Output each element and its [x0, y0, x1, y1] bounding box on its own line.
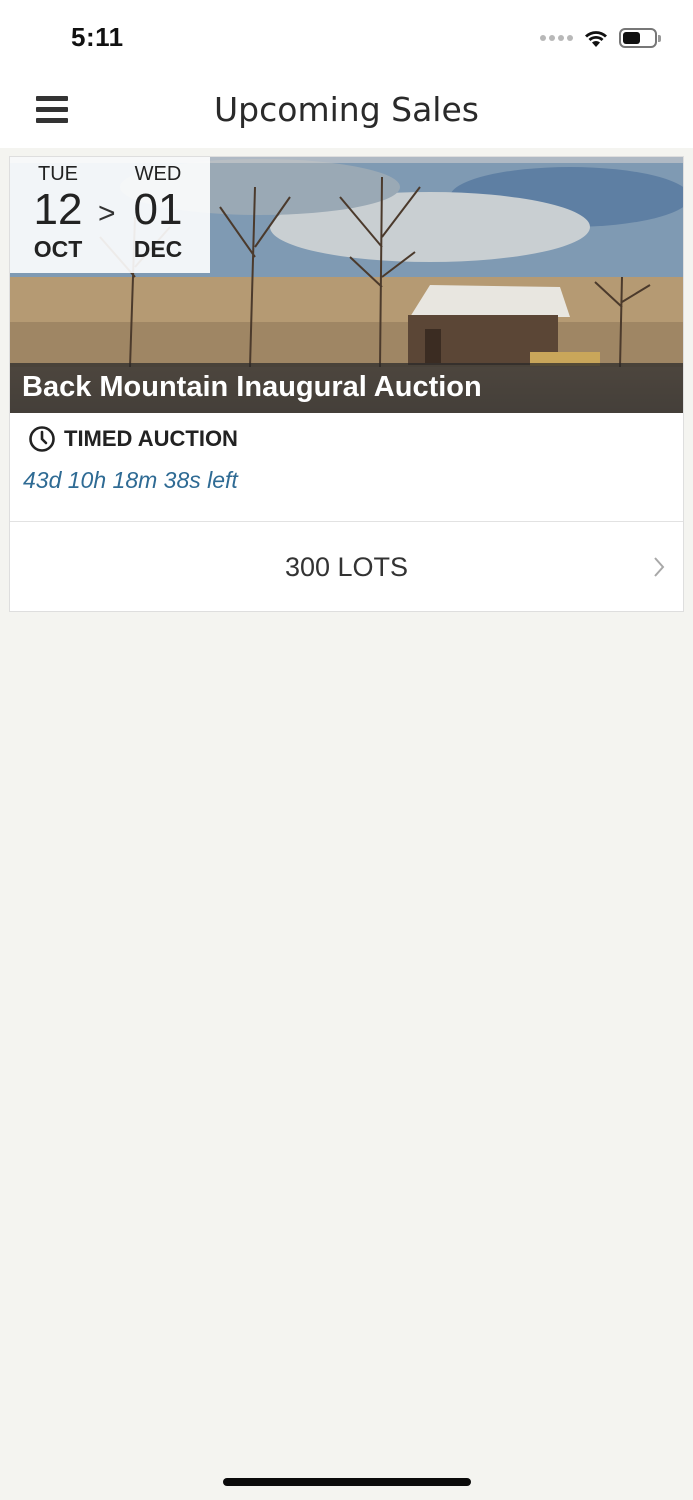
start-day-of-week: TUE: [38, 163, 78, 185]
chevron-right-icon: [654, 557, 665, 577]
sale-card[interactable]: TUE 12 OCT > WED 01 DEC Back Mountain In…: [9, 156, 684, 612]
sale-image[interactable]: TUE 12 OCT > WED 01 DEC Back Mountain In…: [10, 157, 683, 413]
end-day: 01: [133, 185, 183, 234]
auction-type: TIMED AUCTION: [64, 426, 238, 451]
battery-icon: [619, 28, 661, 48]
end-date: WED 01 DEC: [118, 163, 198, 263]
lots-count: 300 LOTS: [284, 552, 409, 582]
start-month: OCT: [33, 236, 83, 262]
nav-bar: Upcoming Sales: [0, 76, 693, 148]
auction-type-row: TIMED AUCTION: [28, 425, 238, 453]
status-icons: [540, 26, 661, 50]
date-separator: >: [98, 197, 116, 230]
lots-button[interactable]: 300 LOTS: [10, 522, 683, 612]
status-bar: 5:11: [0, 0, 693, 76]
sale-title[interactable]: Back Mountain Inaugural Auction: [22, 371, 482, 404]
end-month: DEC: [133, 236, 183, 262]
start-day: 12: [33, 185, 83, 234]
page-title: Upcoming Sales: [214, 90, 479, 129]
time-left: 43d 10h 18m 38s left: [23, 467, 238, 493]
end-day-of-week: WED: [134, 163, 182, 185]
start-date: TUE 12 OCT: [18, 163, 98, 263]
home-indicator[interactable]: [223, 1478, 471, 1486]
wifi-icon: [585, 31, 607, 47]
sale-title-bar: Back Mountain Inaugural Auction: [10, 363, 683, 413]
date-badge: TUE 12 OCT > WED 01 DEC: [10, 157, 210, 273]
signal-dots-icon: [540, 35, 573, 41]
status-time: 5:11: [71, 22, 124, 52]
clock-icon: [29, 426, 55, 452]
